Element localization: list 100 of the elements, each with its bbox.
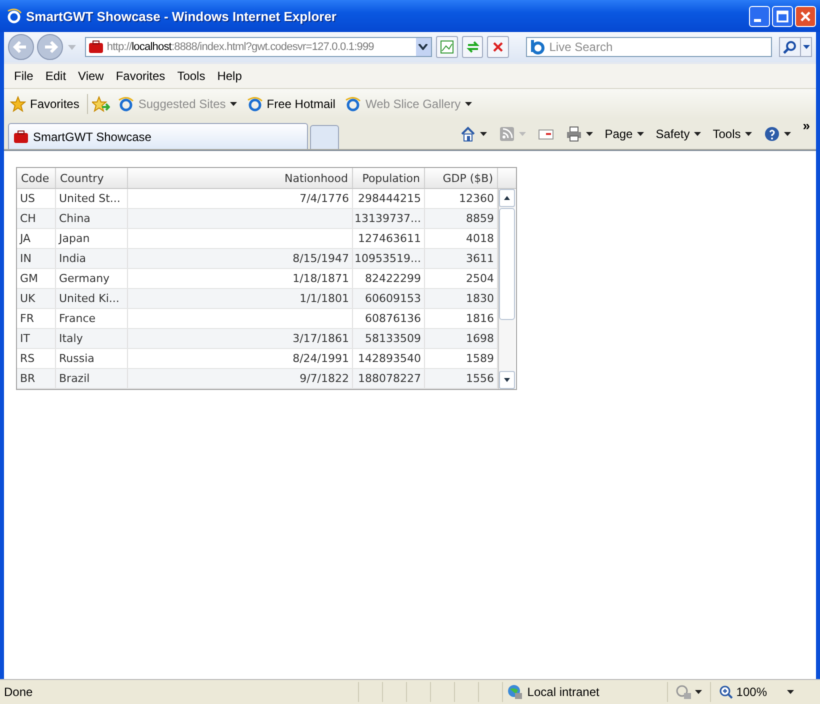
column-header[interactable]: Population — [353, 168, 425, 188]
table-cell: India — [59, 252, 86, 265]
refresh-button[interactable] — [462, 36, 484, 58]
stop-button[interactable] — [487, 36, 510, 58]
caret-icon — [464, 102, 472, 106]
table-cell: 8/24/1991 — [292, 352, 349, 365]
table-cell: IN — [20, 252, 32, 265]
table-cell: CH — [20, 212, 36, 225]
table-cell: 188078227 — [358, 372, 421, 385]
caret-icon — [636, 132, 644, 136]
table-cell: France — [59, 312, 96, 325]
table-cell: 9/7/1822 — [300, 372, 349, 385]
home-icon — [460, 126, 476, 142]
search-options-button[interactable] — [800, 37, 812, 57]
printer-icon — [566, 126, 582, 142]
favorites-bar-item[interactable]: Free Hotmail — [244, 96, 338, 112]
maximize-button[interactable] — [772, 6, 793, 26]
close-button[interactable] — [795, 6, 816, 26]
search-button[interactable] — [779, 37, 802, 57]
table-cell: Russia — [59, 352, 94, 365]
menu-item[interactable]: Help — [211, 69, 248, 83]
table-cell: 1/18/1871 — [292, 272, 349, 285]
menu-item[interactable]: Tools — [171, 69, 212, 83]
address-dropdown-button[interactable] — [416, 38, 431, 56]
search-provider-icon — [529, 39, 546, 55]
caret-icon — [694, 132, 701, 136]
table-cell: 298444215 — [358, 192, 421, 205]
table-cell: BR — [20, 372, 36, 385]
caret-icon — [586, 132, 593, 136]
browser-tab[interactable]: SmartGWT Showcase — [8, 123, 308, 149]
column-header[interactable]: Nationhood — [128, 168, 353, 188]
caret-icon — [784, 132, 791, 136]
caret-icon — [695, 690, 702, 694]
table-cell: GM — [20, 272, 38, 285]
table-cell: FR — [20, 312, 34, 325]
table-cell: 12360 — [459, 192, 494, 205]
caret-icon — [480, 132, 487, 136]
chart-icon — [438, 39, 455, 55]
table-cell: 1816 — [466, 312, 494, 325]
column-header[interactable]: Code — [17, 168, 56, 188]
table-cell: 60876136 — [365, 312, 421, 325]
table-cell: US — [20, 192, 36, 205]
zoom-button[interactable]: 100% — [710, 682, 787, 702]
forward-button[interactable] — [37, 34, 63, 60]
security-zone: Local intranet — [502, 682, 668, 702]
caret-icon[interactable] — [787, 690, 794, 694]
more-button[interactable]: » — [800, 118, 812, 133]
table-cell: 7/4/1776 — [300, 192, 349, 205]
network-globe-icon — [507, 684, 524, 700]
star-icon — [10, 96, 26, 112]
ie-logo-icon — [118, 96, 134, 112]
minimize-icon — [754, 18, 761, 22]
help-icon — [764, 126, 780, 142]
table-cell: United St... — [59, 192, 120, 205]
caret-icon — [744, 132, 752, 136]
address-field[interactable]: http://localhost:8888/index.html?gwt.codesvr=127.0.0.1:999 — [84, 37, 432, 57]
menu-item[interactable]: Favorites — [110, 69, 172, 83]
search-icon — [783, 40, 798, 54]
table-cell: UK — [20, 292, 36, 305]
table-cell: 4018 — [466, 232, 494, 245]
menu-item[interactable]: Edit — [39, 69, 72, 83]
vertical-scrollbar[interactable] — [498, 189, 515, 389]
menu-item[interactable]: View — [72, 69, 110, 83]
table-cell: IT — [20, 332, 30, 345]
scroll-down-icon[interactable] — [504, 378, 510, 382]
table-cell: 3611 — [466, 252, 494, 265]
table-cell: 1589 — [466, 352, 494, 365]
minimize-button[interactable] — [749, 6, 770, 26]
table-cell: 8/15/1947 — [292, 252, 349, 265]
command-menu-button[interactable]: Page — [602, 127, 646, 141]
command-menu-button[interactable]: Tools — [710, 127, 754, 141]
table-cell: 60609153 — [365, 292, 421, 305]
table-cell: Italy — [59, 332, 83, 345]
caret-icon — [518, 132, 526, 136]
table-cell: 82422299 — [365, 272, 421, 285]
ie-logo-icon — [246, 96, 263, 112]
column-header[interactable]: GDP ($B) — [425, 168, 498, 188]
table-cell: RS — [20, 352, 35, 365]
scroll-up-icon[interactable] — [504, 196, 510, 200]
table-cell: 127463611 — [358, 232, 421, 245]
compatibility-button[interactable] — [436, 36, 458, 58]
window-title: SmartGWT Showcase - Windows Internet Explorer — [26, 8, 338, 24]
toolbox-icon — [88, 39, 104, 55]
add-to-favorites-icon[interactable] — [92, 96, 110, 112]
table-cell: 3/17/1861 — [292, 332, 349, 345]
menu-item[interactable]: File — [8, 69, 40, 83]
table-cell: JA — [20, 232, 31, 245]
table-cell: 1698 — [466, 332, 494, 345]
command-menu-button[interactable]: Safety — [654, 127, 703, 141]
table-cell: 1830 — [466, 292, 494, 305]
table-cell: 13139737... — [354, 212, 421, 225]
back-button[interactable] — [8, 34, 34, 60]
ie-logo-icon — [6, 8, 22, 24]
search-field[interactable]: Live Search — [526, 37, 772, 57]
table-cell: 58133509 — [365, 332, 421, 345]
toolbox-icon — [13, 128, 29, 144]
zoom-icon — [719, 685, 734, 699]
status-text: Done — [4, 685, 34, 699]
column-header[interactable]: Country — [56, 168, 128, 188]
favorites-button[interactable]: Favorites — [8, 96, 82, 112]
